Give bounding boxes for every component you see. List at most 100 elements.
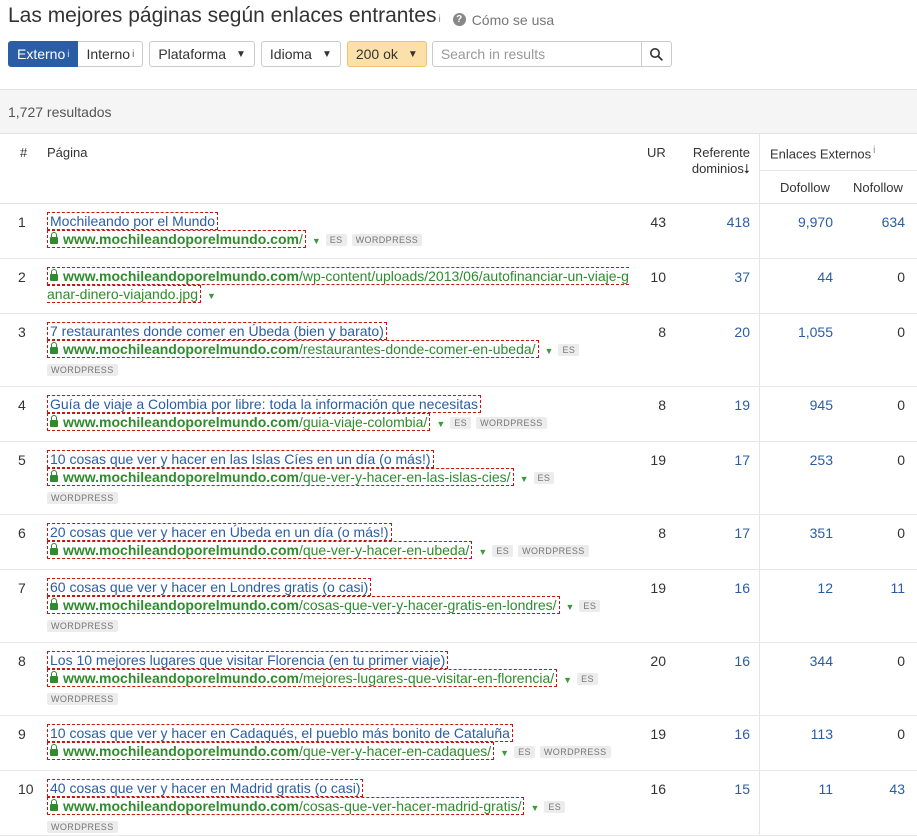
url-dropdown-icon[interactable]: ▼: [545, 346, 554, 356]
page-cell: Los 10 mejores lugares que visitar Flore…: [47, 651, 637, 707]
title-info-icon[interactable]: i: [438, 14, 440, 25]
how-to-link[interactable]: ? Cómo se usa: [452, 11, 555, 28]
lock-icon: [50, 415, 58, 427]
lang-badge: ES: [325, 234, 347, 246]
referring-domains-value[interactable]: 15: [690, 781, 750, 797]
dofollow-value[interactable]: 12: [773, 580, 833, 596]
dofollow-value[interactable]: 1,055: [773, 324, 833, 340]
url-dropdown-icon[interactable]: ▼: [520, 474, 529, 484]
row-number: 9: [18, 726, 26, 742]
page-title-link[interactable]: Guía de viaje a Colombia por libre: toda…: [47, 395, 482, 413]
url-domain: www.mochileandoporelmundo.com: [63, 268, 299, 284]
page-title-link[interactable]: 60 cosas que ver y hacer en Londres grat…: [47, 578, 372, 596]
col-referring-domains[interactable]: Referente dominios⭣: [670, 145, 750, 177]
page-title-link[interactable]: Los 10 mejores lugares que visitar Flore…: [47, 651, 449, 669]
how-to-label: Cómo se usa: [471, 11, 555, 28]
page-url-link[interactable]: www.mochileandoporelmundo.com/guia-viaje…: [47, 413, 431, 431]
search-input[interactable]: [432, 42, 641, 66]
nofollow-value[interactable]: 43: [855, 781, 905, 797]
plataforma-dropdown[interactable]: Plataforma ▼: [149, 41, 255, 67]
row-number: 6: [18, 525, 26, 541]
dofollow-value[interactable]: 113: [773, 726, 833, 742]
status-dropdown[interactable]: 200 ok ▼: [346, 41, 427, 67]
col-num: #: [20, 145, 28, 160]
page-url-link[interactable]: www.mochileandoporelmundo.com/wp-content…: [47, 267, 629, 303]
idioma-dropdown[interactable]: Idioma ▼: [260, 41, 341, 67]
ur-value: 19: [650, 452, 666, 468]
dofollow-value[interactable]: 11: [773, 781, 833, 797]
url-dropdown-icon[interactable]: ▼: [312, 236, 321, 246]
page-cell: 20 cosas que ver y hacer en Úbeda en un …: [47, 523, 637, 561]
referring-domains-value[interactable]: 19: [690, 397, 750, 413]
referring-domains-value[interactable]: 16: [690, 580, 750, 596]
nofollow-value: 0: [897, 653, 905, 669]
interno-tab[interactable]: Interno i: [78, 41, 144, 67]
row-number: 8: [18, 653, 26, 669]
page-title-link[interactable]: 40 cosas que ver y hacer en Madrid grati…: [47, 779, 364, 797]
page-title-link[interactable]: 20 cosas que ver y hacer en Úbeda en un …: [47, 523, 392, 541]
page-cell: Mochileando por el Mundo www.mochileandop…: [47, 212, 637, 250]
dofollow-value[interactable]: 253: [773, 452, 833, 468]
col-ur[interactable]: UR: [647, 145, 666, 160]
search-box: [431, 41, 672, 67]
page-title: Las mejores páginas según enlaces entran…: [8, 4, 437, 27]
url-path: /que-ver-y-hacer-en-las-islas-cies/: [298, 469, 511, 485]
url-dropdown-icon[interactable]: ▼: [478, 547, 487, 557]
page-title-link[interactable]: 10 cosas que ver y hacer en Cadaqués, el…: [47, 724, 513, 742]
url-dropdown-icon[interactable]: ▼: [207, 291, 216, 301]
nofollow-value[interactable]: 11: [855, 580, 905, 596]
page-cell: 40 cosas que ver y hacer en Madrid grati…: [47, 779, 637, 835]
page-title-link[interactable]: 10 cosas que ver y hacer en las Islas Cí…: [47, 450, 434, 468]
dofollow-value[interactable]: 351: [773, 525, 833, 541]
search-button[interactable]: [640, 42, 671, 66]
page-title-link[interactable]: Mochileando por el Mundo: [47, 212, 218, 230]
idioma-label: Idioma: [269, 46, 312, 62]
url-path: /guia-viaje-colombia/: [298, 414, 428, 430]
page-url-link[interactable]: www.mochileandoporelmundo.com/: [47, 230, 306, 248]
table-row: 9 10 cosas que ver y hacer en Cadaqués, e…: [0, 716, 917, 771]
lock-icon: [50, 543, 58, 555]
url-dropdown-icon[interactable]: ▼: [436, 419, 445, 429]
row-number: 10: [18, 781, 34, 797]
page-url-link[interactable]: www.mochileandoporelmundo.com/cosas-que-…: [47, 596, 560, 614]
referring-domains-value[interactable]: 418: [690, 214, 750, 230]
filter-toolbar: Externo i Interno i Plataforma ▼ Idioma …: [8, 41, 672, 67]
referring-domains-value[interactable]: 20: [690, 324, 750, 340]
referring-domains-value[interactable]: 17: [690, 452, 750, 468]
row-number: 2: [18, 269, 26, 285]
dofollow-value[interactable]: 44: [773, 269, 833, 285]
table-row: 3 7 restaurantes donde comer en Úbeda (bi…: [0, 314, 917, 387]
referring-domains-value[interactable]: 37: [690, 269, 750, 285]
dofollow-value[interactable]: 945: [773, 397, 833, 413]
url-domain: www.mochileandoporelmundo.com: [63, 231, 299, 247]
cms-badge: WORDPRESS: [539, 746, 611, 758]
url-dropdown-icon[interactable]: ▼: [530, 803, 539, 813]
col-dofollow[interactable]: Dofollow: [780, 180, 830, 195]
nofollow-value[interactable]: 634: [855, 214, 905, 230]
page-url-link[interactable]: www.mochileandoporelmundo.com/que-ver-y-…: [47, 468, 514, 486]
lang-badge: ES: [544, 801, 566, 813]
page-title-link[interactable]: 7 restaurantes donde comer en Úbeda (bie…: [47, 322, 387, 340]
table-row: 8 Los 10 mejores lugares que visitar Flor…: [0, 643, 917, 716]
url-dropdown-icon[interactable]: ▼: [566, 602, 575, 612]
help-icon: ?: [452, 13, 466, 26]
url-domain: www.mochileandoporelmundo.com: [63, 597, 299, 613]
nofollow-value: 0: [897, 269, 905, 285]
page-url-link[interactable]: www.mochileandoporelmundo.com/cosas-que-…: [47, 797, 525, 815]
cms-badge: WORDPRESS: [351, 234, 423, 246]
page-url-link[interactable]: www.mochileandoporelmundo.com/que-ver-y-…: [47, 742, 495, 760]
ur-value: 20: [650, 653, 666, 669]
referring-domains-value[interactable]: 16: [690, 653, 750, 669]
url-dropdown-icon[interactable]: ▼: [563, 675, 572, 685]
referring-domains-value[interactable]: 17: [690, 525, 750, 541]
page-url-link[interactable]: www.mochileandoporelmundo.com/mejores-lu…: [47, 669, 558, 687]
dofollow-value[interactable]: 344: [773, 653, 833, 669]
referring-domains-value[interactable]: 16: [690, 726, 750, 742]
externo-tab[interactable]: Externo i: [8, 41, 79, 67]
nofollow-value: 0: [897, 397, 905, 413]
col-nofollow[interactable]: Nofollow: [853, 180, 903, 195]
page-url-link[interactable]: www.mochileandoporelmundo.com/que-ver-y-…: [47, 541, 473, 559]
page-url-link[interactable]: www.mochileandoporelmundo.com/restaurant…: [47, 340, 539, 358]
dofollow-value[interactable]: 9,970: [773, 214, 833, 230]
url-dropdown-icon[interactable]: ▼: [500, 748, 509, 758]
